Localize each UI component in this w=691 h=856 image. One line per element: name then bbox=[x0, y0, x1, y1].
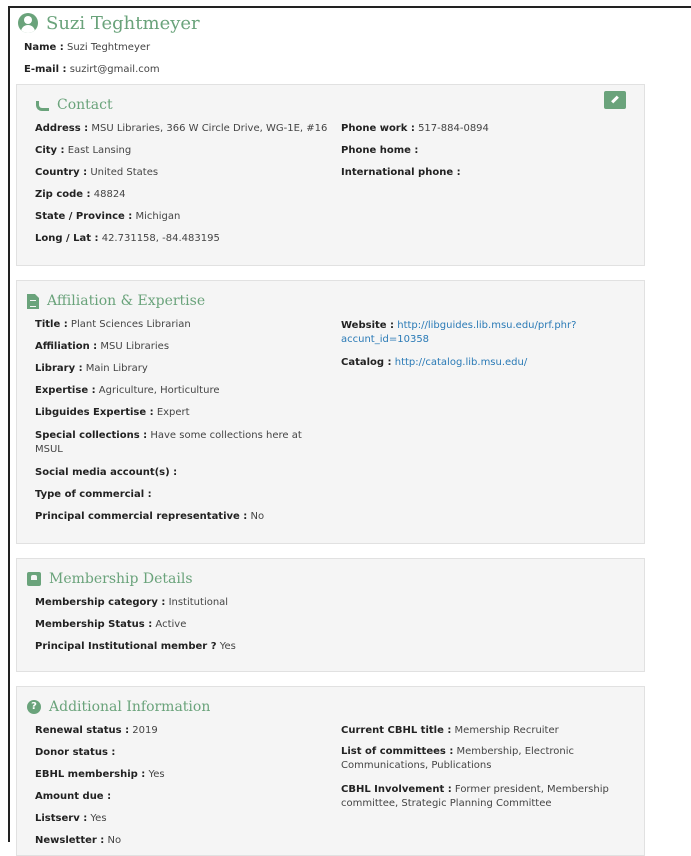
phone-home-row: Phone home : bbox=[341, 145, 419, 156]
library-row: Library : Main Library bbox=[35, 363, 148, 374]
email-row: E-mail : suzirt@gmail.com bbox=[24, 64, 160, 75]
additional-card: ? Additional Information Renewal status … bbox=[16, 686, 645, 856]
affiliation-card: Affiliation & Expertise Title : Plant Sc… bbox=[16, 280, 645, 544]
current-title-row: Current CBHL title : Memership Recruiter bbox=[341, 725, 559, 736]
edit-button[interactable] bbox=[604, 91, 626, 109]
country-row: Country : United States bbox=[35, 167, 159, 178]
catalog-link[interactable]: http://catalog.lib.msu.edu/ bbox=[395, 357, 528, 368]
affiliation-title: Affiliation & Expertise bbox=[27, 293, 205, 309]
affiliation-row: Affiliation : MSU Libraries bbox=[35, 341, 170, 352]
id-badge-icon bbox=[27, 572, 41, 586]
listserv-row: Listserv : Yes bbox=[35, 813, 107, 824]
membership-status-row: Membership Status : Active bbox=[35, 619, 187, 630]
renewal-status-row: Renewal status : 2019 bbox=[35, 725, 158, 736]
address-row: Address : MSU Libraries, 366 W Circle Dr… bbox=[35, 123, 328, 134]
additional-title: ? Additional Information bbox=[27, 699, 210, 715]
membership-category-row: Membership category : Institutional bbox=[35, 597, 229, 608]
catalog-row: Catalog : http://catalog.lib.msu.edu/ bbox=[341, 357, 528, 368]
contact-title: Contact bbox=[35, 97, 113, 113]
expertise-row: Expertise : Agriculture, Horticulture bbox=[35, 385, 220, 396]
profile-header: Suzi Teghtmeyer bbox=[18, 8, 200, 38]
website-link[interactable]: http://libguides.lib.msu.edu/prf.phr? bbox=[397, 320, 576, 331]
name-row: Name : Suzi Teghtmeyer bbox=[24, 42, 151, 53]
principal-member-row: Principal Institutional member ? Yes bbox=[35, 641, 236, 652]
ebhl-membership-row: EBHL membership : Yes bbox=[35, 769, 165, 780]
involvement-row: CBHL Involvement : Former president, Mem… bbox=[341, 784, 609, 809]
city-row: City : East Lansing bbox=[35, 145, 132, 156]
pencil-icon bbox=[611, 95, 619, 104]
membership-card: Membership Details Membership category :… bbox=[16, 558, 645, 672]
membership-title: Membership Details bbox=[27, 571, 193, 587]
question-icon: ? bbox=[27, 700, 41, 714]
website-link-continued[interactable]: accunt_id=10358 bbox=[341, 334, 429, 345]
libguides-row: Libguides Expertise : Expert bbox=[35, 407, 190, 418]
profile-name-heading: Suzi Teghtmeyer bbox=[46, 12, 200, 34]
social-media-row: Social media account(s) : bbox=[35, 467, 178, 478]
zip-row: Zip code : 48824 bbox=[35, 189, 126, 200]
committees-row: List of committees : Membership, Electro… bbox=[341, 746, 574, 771]
longlat-row: Long / Lat : 42.731158, -84.483195 bbox=[35, 233, 220, 244]
user-circle-icon bbox=[18, 13, 38, 33]
contact-card: Contact Address : MSU Libraries, 366 W C… bbox=[16, 84, 645, 266]
special-collections-row: Special collections : Have some collecti… bbox=[35, 430, 302, 455]
website-row: Website : http://libguides.lib.msu.edu/p… bbox=[341, 320, 577, 345]
phone-work-row: Phone work : 517-884-0894 bbox=[341, 123, 489, 134]
document-icon bbox=[27, 293, 39, 309]
donor-status-row: Donor status : bbox=[35, 747, 116, 758]
title-row: Title : Plant Sciences Librarian bbox=[35, 319, 191, 330]
commercial-type-row: Type of commercial : bbox=[35, 489, 152, 500]
principal-commercial-row: Principal commercial representative : No bbox=[35, 511, 265, 522]
state-row: State / Province : Michigan bbox=[35, 211, 181, 222]
international-phone-row: International phone : bbox=[341, 167, 461, 178]
phone-icon bbox=[35, 98, 49, 112]
newsletter-row: Newsletter : No bbox=[35, 835, 122, 846]
amount-due-row: Amount due : bbox=[35, 791, 112, 802]
